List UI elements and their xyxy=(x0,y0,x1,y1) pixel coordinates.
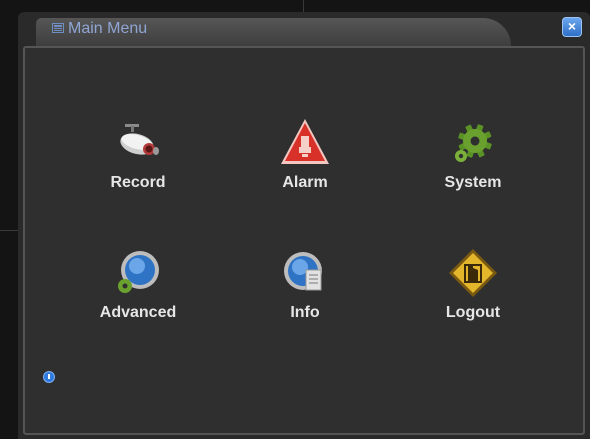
advanced-icon xyxy=(118,251,159,293)
menu-label-info: Info xyxy=(290,304,320,321)
background-line xyxy=(0,230,18,231)
window-icon xyxy=(52,23,64,33)
alarm-icon xyxy=(281,119,329,164)
menu-item-logout[interactable]: Logout xyxy=(403,248,543,348)
close-button[interactable]: × xyxy=(562,17,582,37)
menu-label-record: Record xyxy=(110,174,166,191)
info-icon xyxy=(284,252,322,291)
title-bar: Main Menu × xyxy=(18,12,590,46)
menu-item-system[interactable]: System xyxy=(403,118,543,218)
menu-panel: Record Alarm System Advanced Info Logout xyxy=(23,46,585,435)
menu-label-system: System xyxy=(444,174,502,191)
menu-item-advanced[interactable]: Advanced xyxy=(68,248,208,348)
main-menu-window: Main Menu × Record Alarm System Advanced… xyxy=(18,12,590,439)
camera-icon xyxy=(120,124,159,155)
menu-item-record[interactable]: Record xyxy=(68,118,208,218)
logout-icon xyxy=(449,249,497,297)
menu-label-logout: Logout xyxy=(445,304,501,321)
gear-icon xyxy=(455,124,492,162)
menu-item-info[interactable]: Info xyxy=(235,248,375,348)
close-icon: × xyxy=(567,18,577,34)
menu-item-alarm[interactable]: Alarm xyxy=(235,118,375,218)
menu-label-advanced: Advanced xyxy=(99,304,177,321)
status-info-icon[interactable] xyxy=(43,371,55,383)
window-title: Main Menu xyxy=(68,20,148,37)
menu-label-alarm: Alarm xyxy=(282,174,328,191)
